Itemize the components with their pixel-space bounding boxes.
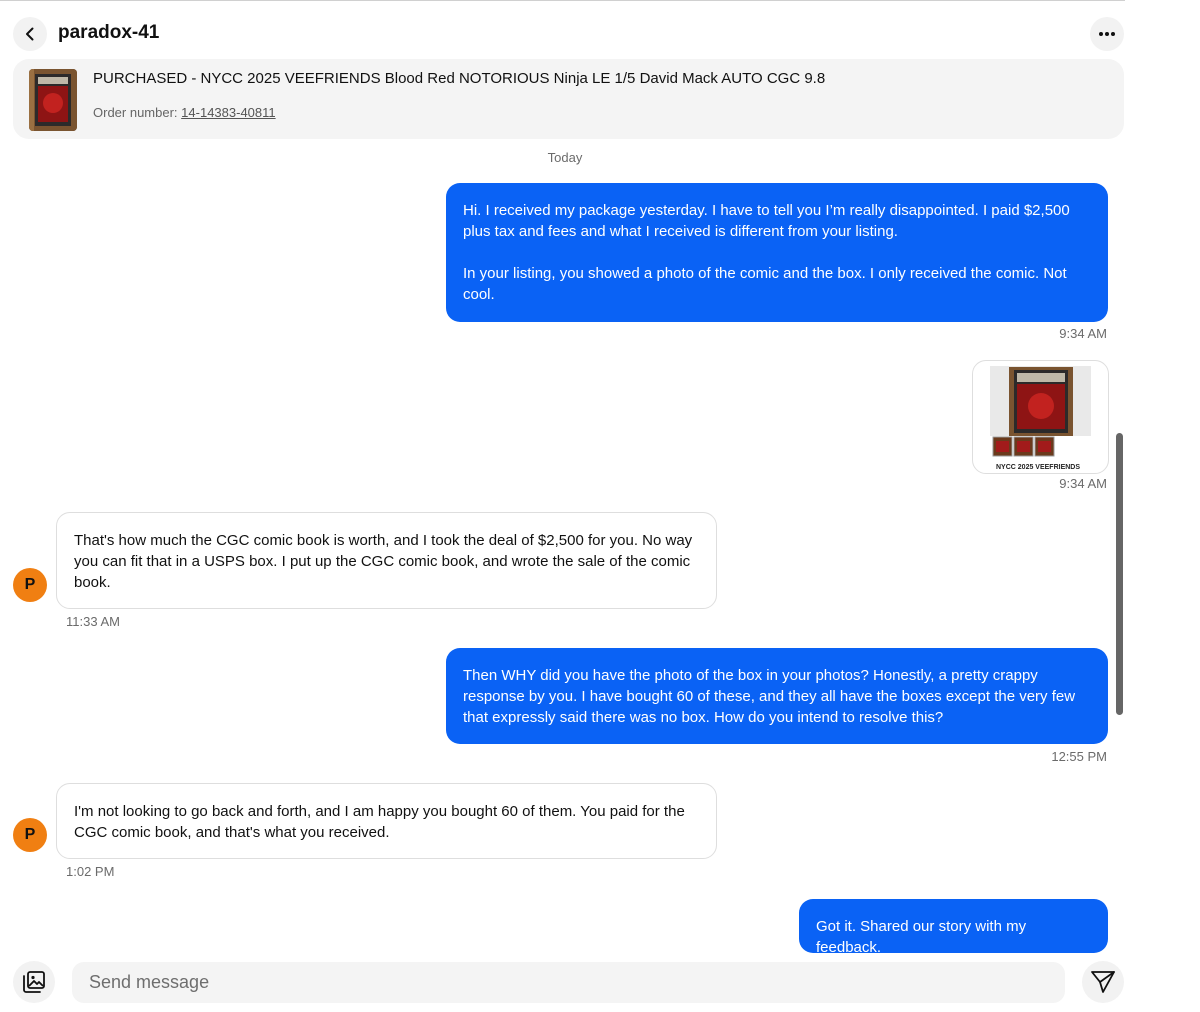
order-summary-card[interactable]: PURCHASED - NYCC 2025 VEEFRIENDS Blood R…	[13, 59, 1124, 139]
order-number: Order number: 14-14383-40811	[93, 105, 276, 120]
order-number-label: Order number:	[93, 105, 178, 120]
back-button[interactable]	[13, 17, 47, 51]
message-paragraph: Hi. I received my package yesterday. I h…	[463, 202, 1070, 240]
send-paper-plane-icon	[1091, 971, 1115, 993]
attachment-thumbnail: NYCC 2025 VEEFRIENDS	[990, 366, 1091, 471]
avatar[interactable]: P	[13, 818, 47, 852]
more-options-button[interactable]	[1090, 17, 1124, 51]
send-button[interactable]	[1082, 961, 1124, 1003]
image-attachment[interactable]: NYCC 2025 VEEFRIENDS	[972, 360, 1109, 474]
message-input[interactable]	[72, 962, 1065, 1003]
incoming-message-bubble: That's how much the CGC comic book is wo…	[56, 512, 717, 609]
chevron-left-icon	[26, 27, 34, 41]
message-timestamp: 11:33 AM	[66, 614, 120, 629]
date-divider: Today	[547, 150, 583, 165]
attachment-caption: NYCC 2025 VEEFRIENDS	[996, 464, 1080, 471]
outgoing-message-bubble: Hi. I received my package yesterday. I h…	[446, 183, 1108, 322]
incoming-message-bubble: I'm not looking to go back and forth, an…	[56, 783, 717, 859]
message-paragraph: In your listing, you showed a photo of t…	[463, 265, 1067, 303]
order-number-link[interactable]: 14-14383-40811	[181, 105, 275, 120]
outgoing-message-bubble: Then WHY did you have the photo of the b…	[446, 648, 1108, 744]
outgoing-message-bubble: Got it. Shared our story with my feedbac…	[799, 899, 1108, 956]
avatar[interactable]: P	[13, 568, 47, 602]
conversation-username[interactable]: paradox-41	[58, 22, 159, 44]
message-timestamp: 1:02 PM	[66, 864, 115, 879]
message-text: I'm not looking to go back and forth, an…	[74, 803, 685, 841]
message-text: Then WHY did you have the photo of the b…	[463, 667, 1076, 726]
message-timestamp: 12:55 PM	[1051, 749, 1107, 764]
attach-photo-button[interactable]	[13, 961, 55, 1003]
message-text: That's how much the CGC comic book is wo…	[74, 532, 693, 591]
item-thumbnail[interactable]	[29, 69, 77, 131]
message-timestamp: 9:34 AM	[1059, 326, 1107, 341]
message-text: Got it. Shared our story with my feedbac…	[816, 918, 1027, 956]
photo-gallery-icon	[23, 971, 45, 993]
chat-header: paradox-41	[0, 0, 1125, 62]
conversation-scrollbar[interactable]	[1116, 433, 1123, 715]
order-item-title[interactable]: PURCHASED - NYCC 2025 VEEFRIENDS Blood R…	[93, 70, 825, 87]
message-timestamp: 9:34 AM	[1059, 476, 1107, 491]
more-horizontal-icon	[1099, 32, 1115, 36]
